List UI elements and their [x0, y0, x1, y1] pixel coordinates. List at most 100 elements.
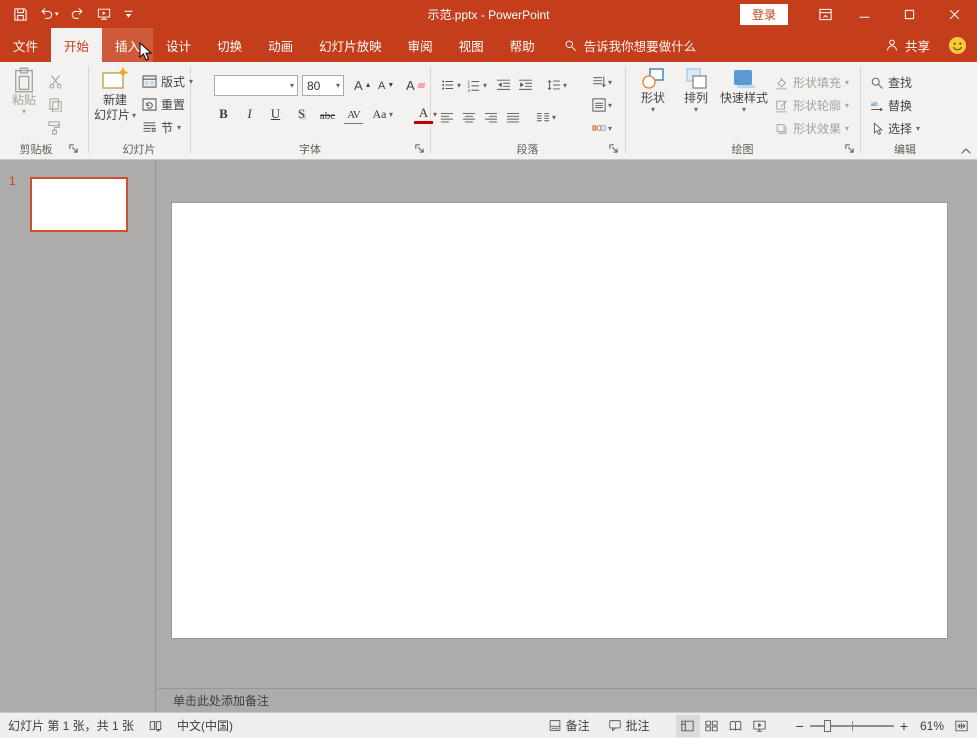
justify-button[interactable]: [506, 107, 520, 127]
align-right-button[interactable]: [484, 107, 498, 127]
notes-pane[interactable]: 单击此处添加备注: [157, 688, 977, 712]
shrink-font-button[interactable]: A▼: [376, 75, 396, 96]
share-button[interactable]: 共享: [885, 36, 930, 55]
spell-check-icon[interactable]: [148, 719, 163, 733]
font-size-value: 80: [303, 79, 336, 93]
underline-button[interactable]: U: [266, 104, 285, 124]
reset-button[interactable]: 重置: [140, 94, 187, 115]
tab-review[interactable]: 审阅: [395, 28, 446, 62]
undo-caret-icon[interactable]: ▾: [55, 10, 59, 18]
align-left-button[interactable]: [440, 107, 454, 127]
font-size-combo[interactable]: 80 ▾: [302, 75, 344, 96]
align-center-button[interactable]: [462, 107, 476, 127]
collapse-ribbon-button[interactable]: [960, 146, 972, 156]
clipboard-dialog-launcher[interactable]: [68, 143, 80, 155]
slide-sorter-icon: [704, 719, 719, 733]
tab-file[interactable]: 文件: [0, 28, 51, 62]
language-indicator[interactable]: 中文(中国): [177, 717, 233, 734]
replace-button[interactable]: ab 替换: [868, 95, 914, 116]
text-shadow-button[interactable]: S: [292, 104, 311, 124]
arrange-button[interactable]: 排列 ▾: [676, 67, 716, 114]
maximize-button[interactable]: [887, 0, 932, 28]
zoom-out-button[interactable]: −: [794, 718, 806, 734]
zoom-level[interactable]: 61%: [910, 719, 944, 733]
normal-view-button[interactable]: [676, 715, 700, 737]
tab-animations[interactable]: 动画: [255, 28, 306, 62]
slide-thumbnail[interactable]: [30, 177, 128, 232]
notes-icon: [548, 719, 562, 732]
italic-button[interactable]: I: [240, 104, 259, 124]
slideshow-view-icon: [752, 719, 767, 733]
undo-button[interactable]: ▾: [39, 7, 59, 21]
columns-button[interactable]: ▾: [536, 107, 556, 127]
new-slide-button[interactable]: 新建 幻灯片 ▾: [92, 67, 138, 123]
slideshow-view-button[interactable]: [748, 715, 772, 737]
font-name-caret-icon[interactable]: ▾: [290, 81, 297, 90]
tab-transitions[interactable]: 切换: [204, 28, 255, 62]
shape-effects-label: 形状效果: [793, 120, 841, 137]
format-painter-button[interactable]: [45, 117, 64, 138]
quick-styles-button[interactable]: 快速样式 ▾: [718, 67, 770, 114]
character-spacing-button[interactable]: AV: [344, 104, 363, 124]
zoom-slider[interactable]: [810, 718, 894, 734]
font-name-combo[interactable]: ▾: [214, 75, 298, 96]
line-spacing-button[interactable]: ▾: [546, 75, 567, 95]
align-text-button[interactable]: ▾: [592, 95, 612, 115]
select-button[interactable]: 选择 ▾: [868, 118, 922, 139]
align-left-icon: [440, 111, 454, 124]
tab-view[interactable]: 视图: [446, 28, 497, 62]
svg-text:3: 3: [467, 88, 470, 92]
cut-button[interactable]: [46, 71, 65, 92]
grow-font-button[interactable]: A▲: [352, 75, 374, 96]
increase-indent-button[interactable]: [518, 75, 533, 95]
font-color-button[interactable]: A ▾: [414, 104, 437, 124]
zoom-slider-thumb[interactable]: [824, 720, 831, 732]
tab-slideshow[interactable]: 幻灯片放映: [306, 28, 395, 62]
strikethrough-button[interactable]: abc: [318, 104, 337, 124]
decrease-indent-button[interactable]: [496, 75, 511, 95]
tab-design[interactable]: 设计: [153, 28, 204, 62]
section-button[interactable]: 节 ▾: [140, 117, 183, 138]
copy-button[interactable]: [46, 94, 65, 115]
font-size-caret-icon[interactable]: ▾: [336, 81, 343, 90]
clear-formatting-button[interactable]: A: [404, 75, 427, 96]
paste-button[interactable]: 粘贴 ▾: [6, 67, 42, 116]
comments-toggle[interactable]: 批注: [608, 717, 650, 734]
feedback-smiley-icon[interactable]: [948, 36, 967, 55]
redo-button[interactable]: [70, 7, 85, 21]
change-case-button[interactable]: Aa ▾: [370, 104, 393, 124]
notes-toggle[interactable]: 备注: [548, 717, 590, 734]
numbering-button[interactable]: 123 ▾: [466, 75, 487, 95]
reading-view-button[interactable]: [724, 715, 748, 737]
find-button[interactable]: 查找: [868, 72, 914, 93]
close-button[interactable]: [932, 0, 977, 28]
tell-me-search[interactable]: 告诉我你想要做什么: [564, 28, 697, 62]
tab-help[interactable]: 帮助: [497, 28, 548, 62]
shape-outline-button[interactable]: 形状轮廓 ▾: [772, 95, 851, 116]
shape-effects-button[interactable]: 形状效果 ▾: [772, 118, 851, 139]
save-icon[interactable]: [13, 7, 28, 22]
reset-label: 重置: [161, 96, 185, 113]
convert-smartart-button[interactable]: ▾: [592, 118, 612, 138]
sign-in-button[interactable]: 登录: [740, 4, 788, 25]
tab-home[interactable]: 开始: [51, 28, 102, 62]
bold-button[interactable]: B: [214, 104, 233, 124]
reading-view-icon: [728, 719, 743, 733]
slide-canvas[interactable]: [172, 203, 947, 638]
customize-quick-access-icon[interactable]: [123, 8, 134, 20]
ribbon-display-options-icon[interactable]: [808, 0, 842, 28]
shape-fill-button[interactable]: 形状填充 ▾: [772, 72, 851, 93]
slide-info[interactable]: 幻灯片 第 1 张，共 1 张: [8, 717, 134, 734]
drawing-dialog-launcher[interactable]: [844, 143, 856, 155]
shapes-button[interactable]: 形状 ▾: [633, 67, 673, 114]
layout-button[interactable]: 版式 ▾: [140, 71, 195, 92]
text-direction-button[interactable]: ▾: [592, 72, 612, 92]
minimize-button[interactable]: [842, 0, 887, 28]
start-slideshow-icon[interactable]: [96, 7, 112, 21]
paragraph-dialog-launcher[interactable]: [608, 143, 620, 155]
fit-to-window-icon[interactable]: [954, 719, 969, 733]
zoom-in-button[interactable]: +: [898, 718, 910, 734]
font-dialog-launcher[interactable]: [414, 143, 426, 155]
slide-sorter-view-button[interactable]: [700, 715, 724, 737]
bullets-button[interactable]: ▾: [440, 75, 461, 95]
